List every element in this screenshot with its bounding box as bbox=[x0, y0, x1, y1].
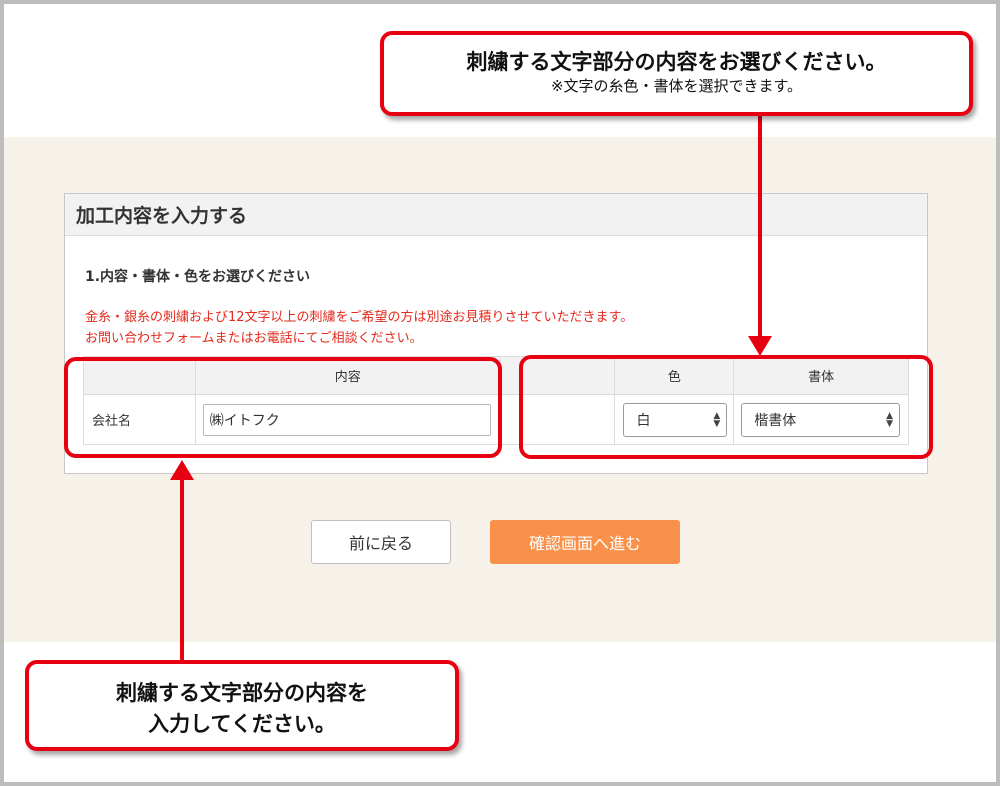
top-arrow-head bbox=[748, 336, 772, 356]
top-callout: 刺繍する文字部分の内容をお選びください。 ※文字の糸色・書体を選択できます。 bbox=[380, 31, 973, 116]
top-callout-title: 刺繍する文字部分の内容をお選びください。 bbox=[466, 50, 887, 74]
top-callout-note: ※文字の糸色・書体を選択できます。 bbox=[550, 77, 803, 95]
bottom-callout: 刺繍する文字部分の内容を 入力してください。 bbox=[25, 660, 459, 751]
bottom-callout-line-2: 入力してください。 bbox=[148, 712, 336, 736]
bottom-arrow-head bbox=[170, 460, 194, 480]
bottom-callout-line-1: 刺繍する文字部分の内容を bbox=[116, 681, 368, 705]
